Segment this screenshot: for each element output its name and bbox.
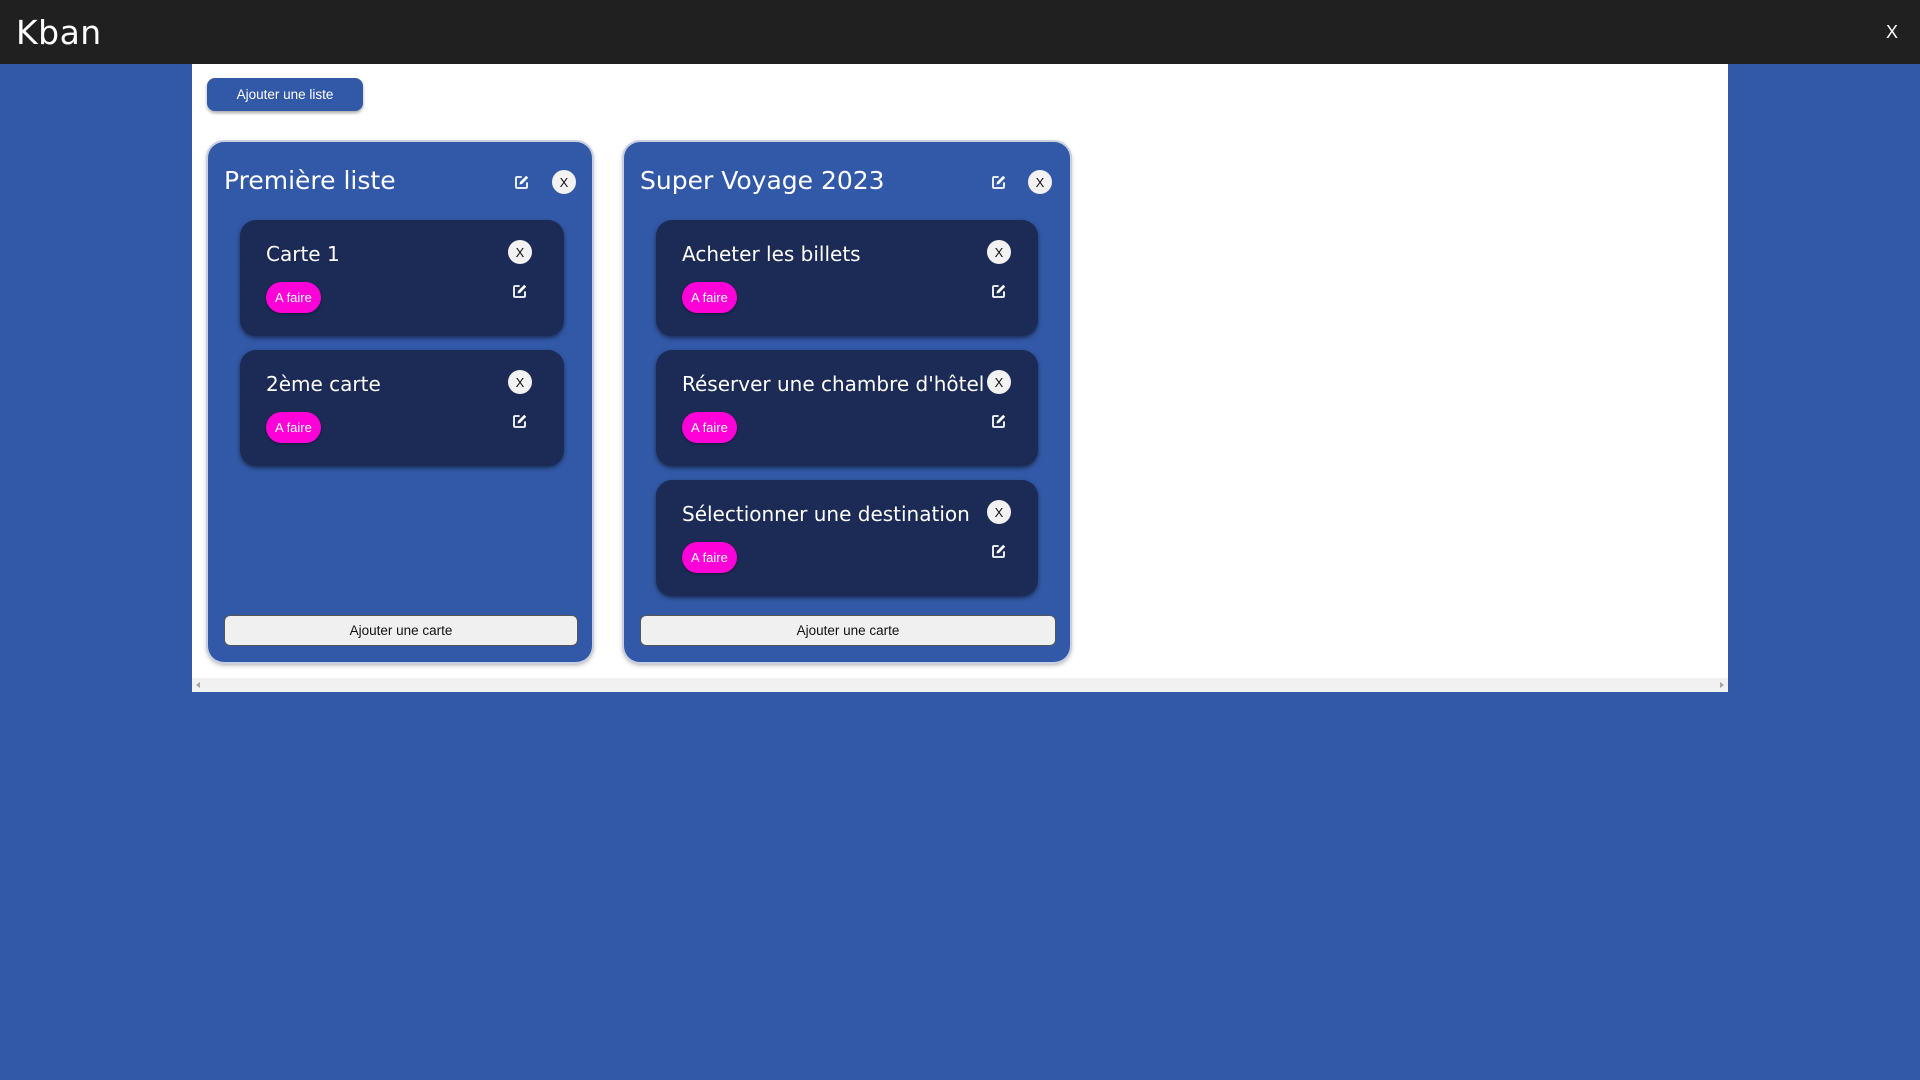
edit-list-icon[interactable] [514, 174, 530, 190]
list-premiere-liste: Première liste X Carte 1 X A faire 2ème … [208, 142, 592, 662]
add-card-button[interactable]: Ajouter une carte [224, 615, 578, 646]
add-list-button[interactable]: Ajouter une liste [207, 78, 363, 111]
delete-list-button[interactable]: X [1028, 170, 1052, 194]
card[interactable]: Acheter les billets X A faire [656, 220, 1038, 336]
scroll-right-icon[interactable] [1720, 682, 1724, 688]
edit-list-icon[interactable] [991, 174, 1007, 190]
list-title: Première liste [224, 166, 396, 195]
delete-card-button[interactable]: X [508, 240, 532, 264]
card-title: Carte 1 [266, 242, 340, 266]
card[interactable]: Réserver une chambre d'hôtel X A faire [656, 350, 1038, 466]
edit-card-icon[interactable] [991, 413, 1007, 429]
card-title: Sélectionner une destination [682, 502, 970, 526]
status-badge: A faire [682, 542, 737, 573]
delete-list-button[interactable]: X [552, 170, 576, 194]
close-app-button[interactable]: X [1886, 22, 1898, 43]
list-super-voyage-2023: Super Voyage 2023 X Acheter les billets … [624, 142, 1070, 662]
delete-card-button[interactable]: X [508, 370, 532, 394]
app-title: Kban [16, 12, 102, 52]
card[interactable]: 2ème carte X A faire [240, 350, 564, 466]
edit-card-icon[interactable] [512, 283, 528, 299]
list-title: Super Voyage 2023 [640, 166, 885, 195]
status-badge: A faire [266, 282, 321, 313]
status-badge: A faire [682, 282, 737, 313]
card-title: Acheter les billets [682, 242, 861, 266]
horizontal-scrollbar[interactable] [192, 678, 1728, 692]
board: Ajouter une liste Première liste X Carte… [192, 64, 1728, 692]
delete-card-button[interactable]: X [987, 500, 1011, 524]
edit-card-icon[interactable] [512, 413, 528, 429]
scroll-left-icon[interactable] [196, 682, 200, 688]
card[interactable]: Carte 1 X A faire [240, 220, 564, 336]
delete-card-button[interactable]: X [987, 240, 1011, 264]
edit-card-icon[interactable] [991, 543, 1007, 559]
status-badge: A faire [266, 412, 321, 443]
edit-card-icon[interactable] [991, 283, 1007, 299]
card-title: 2ème carte [266, 372, 381, 396]
status-badge: A faire [682, 412, 737, 443]
delete-card-button[interactable]: X [987, 370, 1011, 394]
card-title: Réserver une chambre d'hôtel [682, 372, 985, 396]
top-bar: Kban X [0, 0, 1920, 64]
add-card-button[interactable]: Ajouter une carte [640, 615, 1056, 646]
card[interactable]: Sélectionner une destination X A faire [656, 480, 1038, 596]
